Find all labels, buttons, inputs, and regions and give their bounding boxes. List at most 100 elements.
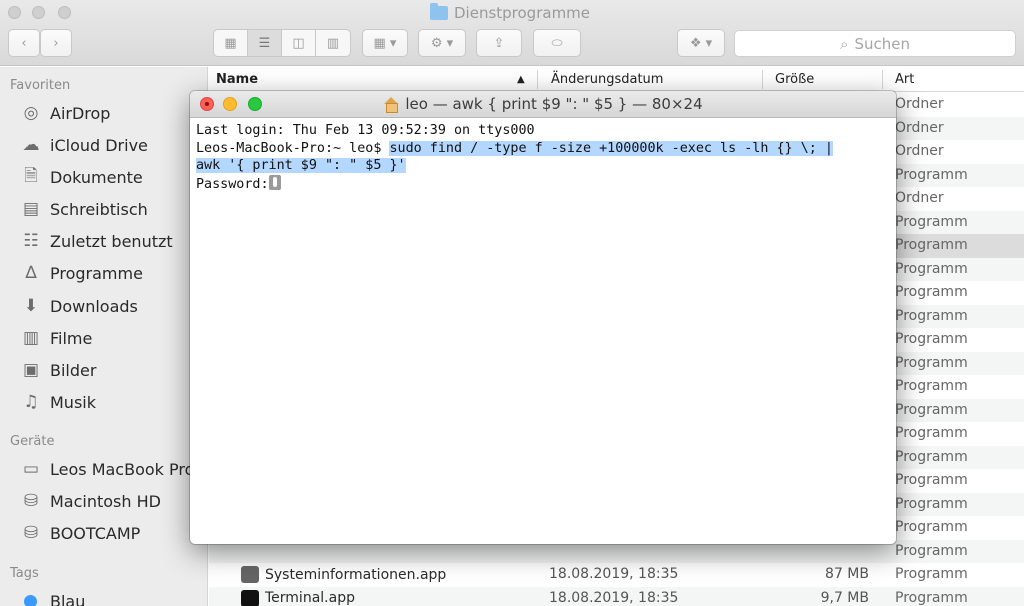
dropbox-button[interactable]: ❖ ▾ (677, 29, 725, 57)
music-icon: ♫ (23, 392, 39, 412)
share-icon: ⇪ (493, 35, 505, 51)
column-size[interactable]: Größe (775, 72, 814, 87)
tag-icon: ⬭ (551, 35, 563, 51)
sidebar-item-dokumente[interactable]: 🗎 Dokumente (20, 165, 143, 189)
row-kind: Programm (895, 542, 968, 559)
command-line-2: awk '{ print $9 ": " $5 }' (196, 158, 406, 174)
app-icon (241, 589, 259, 606)
row-name-text: Systeminformationen.app (265, 566, 447, 583)
row-kind: Ordner (895, 96, 944, 112)
icon-view-button[interactable]: ▦ (214, 30, 248, 56)
column-header: Name ▲ Änderungsdatum Größe Art (209, 67, 1024, 92)
home-icon (383, 97, 399, 113)
password-key-cursor-icon (268, 174, 281, 190)
back-button[interactable]: ‹ (8, 29, 40, 57)
document-icon: 🗎 (24, 165, 38, 186)
dropbox-icon: ❖ ▾ (689, 35, 713, 51)
sidebar-item-downloads[interactable]: ⬇ Downloads (20, 294, 138, 318)
row-kind: Ordner (895, 119, 944, 136)
terminal-window[interactable]: leo — awk { print $9 ": " $5 } — 80×24 L… (190, 91, 896, 544)
sidebar: Favoriten ◎ AirDrop ☁ iCloud Drive 🗎 Dokume… (0, 67, 208, 606)
share-button[interactable]: ⇪ (476, 29, 522, 57)
row-kind: Programm (895, 448, 968, 465)
desktop-icon: ▤ (22, 199, 40, 219)
shell-prompt: Leos-MacBook-Pro:~ leo$ (196, 140, 390, 156)
zoom-button[interactable] (58, 6, 71, 19)
row-kind: Programm (895, 566, 968, 582)
sidebar-item-airdrop[interactable]: ◎ AirDrop (20, 101, 111, 125)
finder-title: Dienstprogramme (430, 3, 590, 23)
terminal-titlebar[interactable]: leo — awk { print $9 ": " $5 } — 80×24 (190, 91, 896, 118)
sidebar-item-macbook[interactable]: ▭ Leos MacBook Pro (20, 457, 194, 481)
row-kind: Programm (895, 331, 968, 347)
sidebar-item-zuletzt[interactable]: ☷ Zuletzt benutzt (20, 229, 172, 253)
sidebar-item-programme[interactable]: ∆ Programme (20, 261, 143, 285)
downloads-icon: ⬇ (23, 296, 39, 316)
devices-heading: Geräte (10, 434, 55, 449)
gallery-view-button[interactable]: ▥ (316, 30, 350, 56)
column-kind[interactable]: Art (895, 72, 914, 87)
row-kind: Ordner (895, 190, 944, 206)
row-kind: Programm (895, 401, 968, 418)
row-kind: Programm (895, 354, 968, 371)
row-kind: Programm (895, 378, 968, 394)
row-kind: Programm (895, 519, 968, 535)
row-name-text: Terminal.app (265, 590, 355, 606)
applications-icon: ∆ (25, 263, 37, 283)
row-kind: Programm (895, 589, 968, 606)
column-view-button[interactable]: ◫ (282, 30, 316, 56)
gear-icon: ⚙ ▾ (430, 35, 454, 51)
column-date[interactable]: Änderungsdatum (551, 72, 663, 87)
finder-toolbar: Dienstprogramme ‹ › ▦ ☰ ◫ ▥ ▦ ▾ ⚙ ▾ ⇪ ⬭ … (0, 0, 1024, 66)
list-view-button[interactable]: ☰ (248, 30, 282, 56)
sidebar-item-musik[interactable]: ♫ Musik (20, 390, 96, 414)
search-field[interactable]: ⌕ Suchen (734, 30, 1016, 57)
row-kind: Programm (895, 307, 968, 324)
command-line-1: sudo find / -type f -size +100000k -exec… (389, 140, 833, 156)
table-row[interactable]: Terminal.app 18.08.2019, 18:35 9,7 MB Progr… (209, 586, 1024, 606)
disk-icon: ⛁ (23, 523, 39, 543)
movies-icon: ▥ (22, 328, 40, 348)
password-prompt: Password: (196, 176, 269, 192)
column-name[interactable]: Name (216, 72, 258, 87)
action-button[interactable]: ⚙ ▾ (418, 29, 466, 57)
chevron-right-icon: › (53, 35, 59, 51)
row-kind: Programm (895, 260, 968, 277)
row-size: 87 MB (825, 566, 869, 582)
table-row[interactable]: Systeminformationen.app 18.08.2019, 18:35… (209, 563, 1024, 587)
terminal-output[interactable]: Last login: Thu Feb 13 09:52:39 on ttys0… (196, 122, 833, 193)
sidebar-item-bilder[interactable]: ▣ Bilder (20, 358, 96, 382)
forward-button[interactable]: › (40, 29, 72, 57)
row-kind: Programm (895, 472, 968, 488)
sidebar-item-filme[interactable]: ▥ Filme (20, 326, 92, 350)
tags-heading: Tags (10, 566, 39, 581)
row-name: Terminal.app (241, 589, 355, 606)
sidebar-item-macintosh-hd[interactable]: ⛁ Macintosh HD (20, 489, 161, 513)
row-kind: Programm (895, 166, 968, 183)
row-date: 18.08.2019, 18:35 (549, 589, 679, 606)
group-button[interactable]: ▦ ▾ (362, 29, 408, 57)
cloud-icon: ☁ (22, 135, 40, 155)
row-kind: Programm (895, 237, 968, 253)
blue-tag-dot (24, 594, 37, 606)
row-kind: Programm (895, 425, 968, 441)
favorites-heading: Favoriten (10, 78, 71, 93)
row-kind: Programm (895, 495, 968, 512)
sort-ascending-icon: ▲ (517, 74, 525, 85)
tags-button[interactable]: ⬭ (533, 29, 581, 57)
minimize-button[interactable] (32, 6, 45, 19)
row-kind: Programm (895, 284, 968, 300)
grid-icon: ▦ ▾ (373, 35, 397, 51)
row-kind: Ordner (895, 143, 944, 159)
row-name: Systeminformationen.app (241, 566, 446, 583)
row-kind: Programm (895, 213, 968, 230)
chevron-left-icon: ‹ (21, 35, 27, 51)
sidebar-item-bootcamp[interactable]: ⛁ BOOTCAMP (20, 521, 140, 545)
sidebar-item-icloud[interactable]: ☁ iCloud Drive (20, 133, 148, 157)
laptop-icon: ▭ (22, 459, 40, 479)
close-button[interactable] (8, 6, 21, 19)
sidebar-tag-blau[interactable]: Blau (20, 589, 85, 606)
sidebar-item-schreibtisch[interactable]: ▤ Schreibtisch (20, 197, 148, 221)
row-size: 9,7 MB (820, 589, 869, 606)
folder-icon (430, 3, 448, 20)
